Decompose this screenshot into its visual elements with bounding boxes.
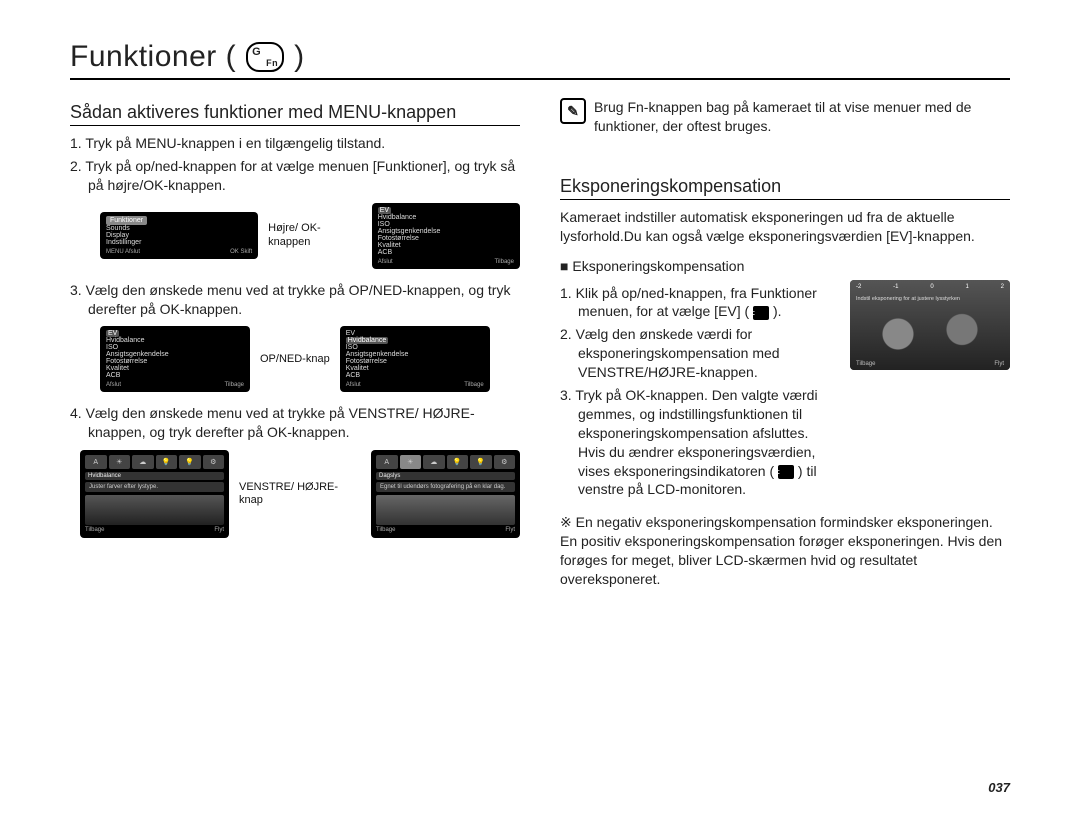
step-4: 4. Vælg den ønskede menu ved at trykke p… bbox=[70, 404, 520, 442]
ev-icon: ± bbox=[778, 465, 794, 479]
label-up-down: OP/NED-knap bbox=[260, 353, 330, 366]
label-left-right: VENSTRE/ HØJRE-knap bbox=[239, 481, 361, 507]
tip-note: ✎ Brug Fn-knappen bag på kameraet til at… bbox=[560, 98, 1010, 136]
note-text: Brug Fn-knappen bag på kameraet til at v… bbox=[594, 98, 1010, 136]
fn-icon: G Fn bbox=[246, 42, 284, 72]
lcd-list-a: EV Hvidbalance ISO Ansigtsgenkendelse Fo… bbox=[100, 326, 250, 392]
ev-step-2: 2. Vælg den ønskede værdi for eksponerin… bbox=[560, 325, 838, 382]
title-text-left: Funktioner ( bbox=[70, 40, 236, 74]
ev-warning: ※ En negativ eksponeringskompensation fo… bbox=[560, 513, 1010, 589]
subhead-ev: Eksponeringskompensation bbox=[560, 176, 1010, 200]
lcd-ev-preview: -2 -1 0 1 2 Indstil eksponering for at j… bbox=[850, 280, 1010, 370]
note-icon: ✎ bbox=[560, 98, 586, 124]
right-column: ✎ Brug Fn-knappen bag på kameraet til at… bbox=[560, 98, 1010, 593]
subhead-activate: Sådan aktiveres funktioner med MENU-knap… bbox=[70, 102, 520, 126]
left-column: Sådan aktiveres funktioner med MENU-knap… bbox=[70, 98, 520, 593]
screens-row-1: Funktioner Sounds Display Indstillinger … bbox=[100, 203, 520, 269]
page-title: Funktioner ( G Fn ) bbox=[70, 40, 1010, 80]
ev-step-1: 1. Klik på op/ned-knappen, fra Funktione… bbox=[560, 284, 838, 322]
ev-intro: Kameraet indstiller automatisk eksponeri… bbox=[560, 208, 1010, 246]
step-3: 3. Vælg den ønskede menu ved at trykke p… bbox=[70, 281, 520, 319]
ev-icon: ± bbox=[753, 306, 769, 320]
screens-row-2: EV Hvidbalance ISO Ansigtsgenkendelse Fo… bbox=[100, 326, 520, 392]
lcd-list-b: EV Hvidbalance ISO Ansigtsgenkendelse Fo… bbox=[340, 326, 490, 392]
lcd-menu-left: Funktioner Sounds Display Indstillinger … bbox=[100, 212, 258, 259]
page-number: 037 bbox=[988, 780, 1010, 795]
label-right-ok: Højre/ OK-knappen bbox=[268, 222, 362, 248]
lcd-menu-right-1: EV Hvidbalance ISO Ansigtsgenkendelse Fo… bbox=[372, 203, 520, 269]
step-2: 2. Tryk på op/ned-knappen for at vælge m… bbox=[70, 157, 520, 195]
ev-bullet: Eksponeringskompensation bbox=[560, 258, 1010, 274]
screens-row-3: A☀☁💡💡⚙ Hvidbalance Juster farver efter l… bbox=[80, 450, 520, 538]
ev-step-3-top: 3. Tryk på OK-knappen. Den valgte værdi … bbox=[560, 386, 838, 499]
title-text-right: ) bbox=[294, 40, 305, 74]
step-1: 1. Tryk på MENU-knappen i en tilgængelig… bbox=[70, 134, 520, 153]
lcd-wb-left: A☀☁💡💡⚙ Hvidbalance Juster farver efter l… bbox=[80, 450, 229, 538]
lcd-wb-right: A☀☁💡💡⚙ Dagslys Egnet til udendørs fotogr… bbox=[371, 450, 520, 538]
